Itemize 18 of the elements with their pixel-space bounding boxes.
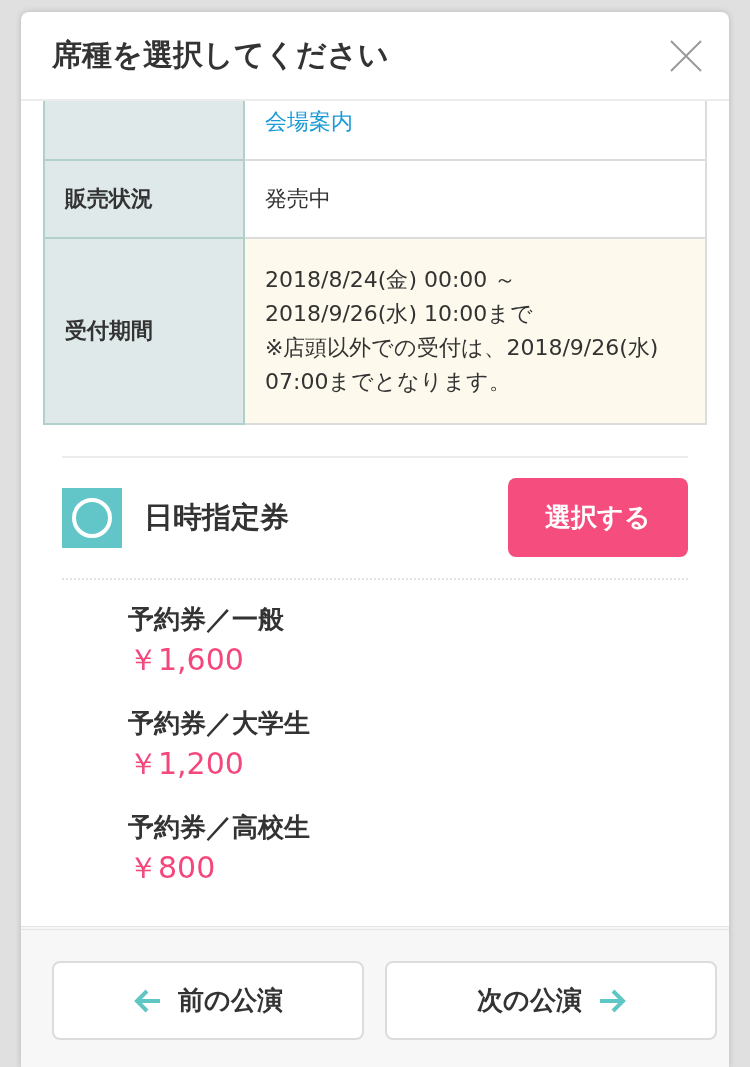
arrow-right-icon (597, 988, 626, 1013)
value-cell: 発売中 (244, 160, 706, 238)
ticket-price: ￥1,600 (128, 641, 245, 679)
previous-button[interactable]: 前の公演 (52, 961, 365, 1040)
arrow-left-icon (133, 988, 162, 1013)
value-cell: 2018/8/24(金) 00:00 ～ 2018/9/26(水) 10:00まで ※店頭以外での受付は、2018/9/26(水) 07:00までとなります。 (244, 238, 706, 424)
seat-type-name: 日時指定券 (144, 498, 289, 536)
ticket-name: 予約券／一般 (128, 604, 285, 634)
circle-mark-icon (62, 487, 122, 548)
close-icon[interactable] (670, 39, 702, 72)
label-cell: 販売状況 (44, 160, 244, 238)
ticket-price: ￥800 (128, 849, 217, 887)
next-button[interactable]: 次の公演 (385, 961, 717, 1040)
dialog-title: 席種を選択してください (52, 36, 389, 74)
ticket-price: ￥1,200 (128, 745, 245, 783)
ticket-name: 予約券／高校生 (128, 812, 311, 842)
label-cell: 受付期間 (44, 238, 244, 424)
ticket-name: 予約券／大学生 (128, 708, 311, 738)
